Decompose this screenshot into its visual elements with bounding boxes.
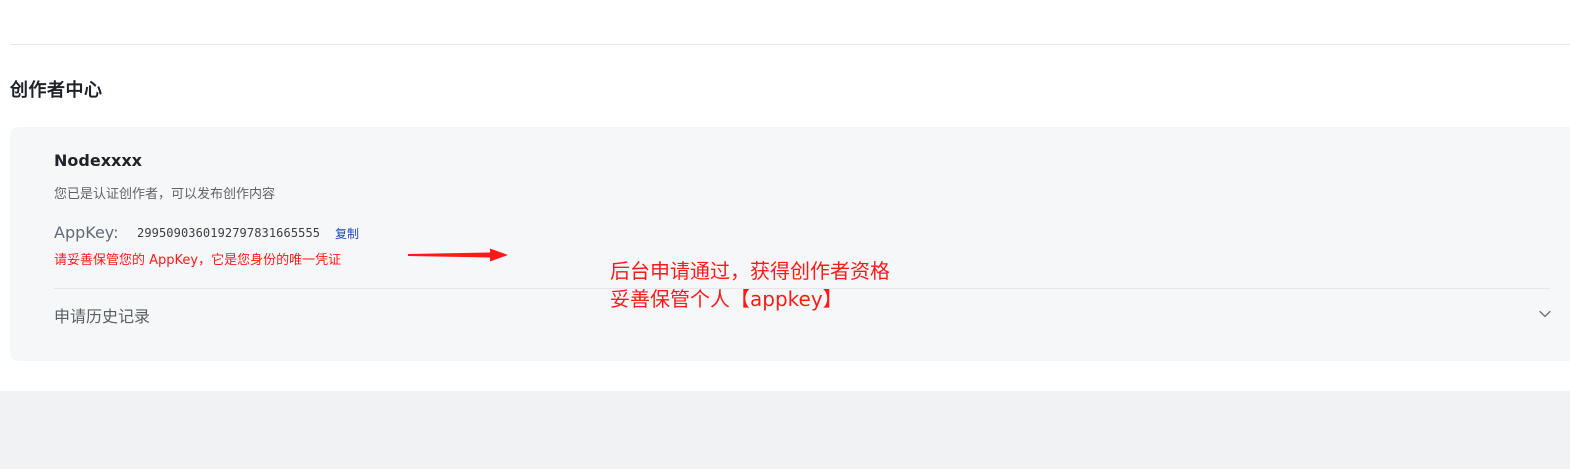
page-content: 创作者中心 Nodexxxx 您已是认证创作者，可以发布创作内容 AppKey:… — [0, 0, 1570, 391]
appkey-label: AppKey: — [54, 223, 119, 242]
annotation-text: 后台申请通过，获得创作者资格 妥善保管个人【appkey】 — [610, 257, 890, 313]
creator-status: 您已是认证创作者，可以发布创作内容 — [54, 187, 276, 202]
section-title: 创作者中心 — [10, 80, 103, 101]
creator-card: Nodexxxx 您已是认证创作者，可以发布创作内容 AppKey: 29950… — [10, 127, 1570, 361]
creator-name: Nodexxxx — [54, 151, 142, 170]
copy-appkey-button[interactable]: 复制 — [335, 225, 359, 242]
appkey-value: 2995090360192797831665555 — [137, 226, 321, 240]
chevron-down-icon — [1539, 310, 1551, 318]
top-divider — [10, 44, 1570, 45]
annotation-line-2: 妥善保管个人【appkey】 — [610, 287, 843, 311]
annotation-line-1: 后台申请通过，获得创作者资格 — [610, 259, 890, 283]
arrow-right-icon — [408, 248, 508, 262]
application-history-label: 申请历史记录 — [54, 307, 151, 326]
appkey-warning: 请妥善保管您的 AppKey，它是您身份的唯一凭证 — [54, 253, 342, 268]
